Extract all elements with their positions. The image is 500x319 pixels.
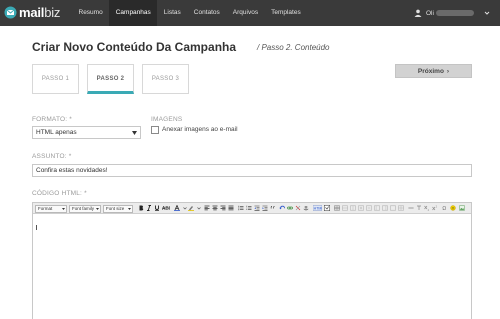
table-delete-row-icon[interactable] [366, 205, 372, 211]
horizontal-rule-icon[interactable] [408, 205, 414, 211]
insert-table-icon[interactable] [334, 205, 340, 211]
font-size-dropdown-label: Font size [106, 205, 125, 211]
subject-input[interactable]: Confira estas novidades! [32, 164, 472, 177]
remove-format-icon[interactable] [416, 205, 422, 211]
table-split-icon[interactable] [398, 205, 404, 211]
nav-item-contatos[interactable]: Contatos [187, 0, 226, 26]
svg-text:ABC: ABC [162, 206, 170, 211]
svg-text:HTML: HTML [314, 206, 322, 210]
format-select[interactable]: HTML apenas [32, 126, 141, 139]
step-tab-3[interactable]: PASSO 3 [142, 64, 189, 94]
link-icon[interactable] [287, 205, 293, 211]
blockquote-icon[interactable] [270, 205, 276, 211]
format-dropdown[interactable]: Format [35, 204, 67, 213]
format-label: FORMATO: * [32, 116, 73, 123]
html-code-label: CÓDIGO HTML: * [32, 190, 87, 197]
user-name: Oli [426, 10, 480, 17]
table-insert-col-icon[interactable] [374, 205, 380, 211]
chevron-down-icon[interactable] [196, 205, 202, 211]
indent-icon[interactable] [262, 205, 268, 211]
strikethrough-icon[interactable]: ABC [162, 205, 170, 211]
nav-item-templates[interactable]: Templates [265, 0, 308, 26]
step-tab-2[interactable]: PASSO 2 [87, 64, 134, 94]
user-menu[interactable]: Oli [414, 0, 490, 26]
anchor-icon[interactable] [303, 205, 309, 211]
svg-text:Ω: Ω [442, 206, 446, 211]
undo-icon[interactable] [279, 205, 285, 211]
logo-text: mailbiz [19, 5, 61, 20]
align-left-icon[interactable] [204, 205, 210, 211]
page-title: Criar Novo Conteúdo Da Campanha [32, 40, 237, 54]
align-right-icon[interactable] [220, 205, 226, 211]
next-button[interactable]: Próximo › [395, 64, 472, 78]
align-center-icon[interactable] [212, 205, 218, 211]
envelope-logo-icon [4, 6, 17, 19]
svg-text:2: 2 [436, 205, 438, 209]
special-char-icon[interactable]: Ω [442, 205, 448, 211]
nav-item-campanhas[interactable]: Campanhas [109, 0, 158, 26]
numbered-list-icon[interactable] [246, 205, 252, 211]
next-button-label: Próximo [417, 67, 444, 75]
superscript-icon[interactable]: 2 [432, 205, 438, 211]
svg-text:2: 2 [428, 208, 430, 211]
attach-images-checkbox[interactable] [151, 126, 159, 134]
outdent-icon[interactable] [254, 205, 260, 211]
attach-images-label[interactable]: Anexar imagens ao e-mail [162, 126, 238, 133]
code-view-icon[interactable] [324, 205, 330, 211]
app-logo[interactable]: mailbiz [4, 5, 60, 20]
step-tab-1[interactable]: PASSO 1 [32, 64, 79, 94]
align-justify-icon[interactable] [228, 205, 234, 211]
chevron-right-icon: › [446, 67, 450, 75]
bold-icon[interactable] [138, 205, 144, 211]
table-row-icon[interactable] [342, 205, 348, 211]
text-cursor [36, 225, 37, 230]
nav-item-arquivos[interactable]: Arquivos [226, 0, 264, 26]
nav-item-resumo[interactable]: Resumo [72, 0, 109, 26]
images-label: IMAGENS [151, 116, 183, 123]
html-editor[interactable]: Format Font family Font size ABC [32, 202, 472, 319]
subject-label: ASSUNTO: * [32, 153, 72, 160]
chevron-down-icon [62, 207, 65, 210]
user-icon [414, 9, 422, 17]
font-family-dropdown[interactable]: Font family [69, 204, 101, 213]
emoticon-icon[interactable] [450, 205, 456, 211]
format-dropdown-label: Format [38, 205, 53, 211]
font-size-dropdown[interactable]: Font size [103, 204, 133, 213]
underline-icon[interactable] [154, 205, 160, 211]
highlight-color-icon[interactable] [188, 205, 194, 211]
table-delete-col-icon[interactable] [382, 205, 388, 211]
html-source-icon[interactable]: HTML [313, 205, 322, 211]
chevron-down-icon [128, 207, 131, 210]
main-nav: Resumo Campanhas Listas Contatos Arquivo… [72, 0, 307, 26]
table-insert-row-icon[interactable] [358, 205, 364, 211]
page-subtitle: / Passo 2. Conteúdo [257, 43, 330, 52]
text-color-icon[interactable] [174, 205, 180, 211]
subscript-icon[interactable]: 2 [424, 205, 430, 211]
chevron-down-icon [132, 131, 137, 135]
table-cell-icon[interactable] [350, 205, 356, 211]
nav-item-listas[interactable]: Listas [157, 0, 187, 26]
unlink-icon[interactable] [295, 205, 301, 211]
chevron-down-icon [96, 207, 99, 210]
redacted-name [435, 9, 474, 16]
editor-toolbar: Format Font family Font size ABC [33, 203, 471, 214]
top-navbar: mailbiz Resumo Campanhas Listas Contatos… [0, 0, 500, 26]
italic-icon[interactable] [146, 205, 152, 211]
format-select-value: HTML apenas [36, 129, 77, 136]
table-merge-icon[interactable] [390, 205, 396, 211]
insert-image-icon[interactable] [459, 205, 465, 211]
chevron-down-icon [484, 11, 490, 15]
font-family-dropdown-label: Font family [72, 205, 95, 211]
bullet-list-icon[interactable] [238, 205, 244, 211]
